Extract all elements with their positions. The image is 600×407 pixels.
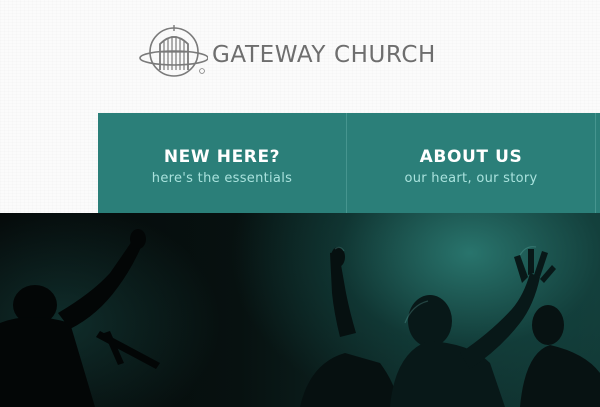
- nav-item-subtitle: here's the essentials: [151, 171, 293, 186]
- primary-nav: NEW HERE? here's the essentials ABOUT US…: [98, 113, 600, 213]
- nav-item-new-here[interactable]: NEW HERE? here's the essentials: [98, 113, 347, 213]
- hero-worship-image: [0, 213, 600, 407]
- site-logo-link[interactable]: GATEWAY CHURCH: [138, 22, 458, 82]
- nav-item-title: NEW HERE?: [163, 147, 281, 167]
- page: GATEWAY CHURCH NEW HERE? here's the esse…: [0, 0, 600, 407]
- brand-name: GATEWAY CHURCH: [212, 42, 436, 68]
- nav-item-next-partial[interactable]: [596, 113, 600, 213]
- nav-item-title: ABOUT US: [419, 147, 523, 167]
- nav-item-subtitle: our heart, our story: [404, 171, 538, 186]
- gateway-logo-icon: [138, 22, 208, 82]
- nav-item-about-us[interactable]: ABOUT US our heart, our story: [347, 113, 596, 213]
